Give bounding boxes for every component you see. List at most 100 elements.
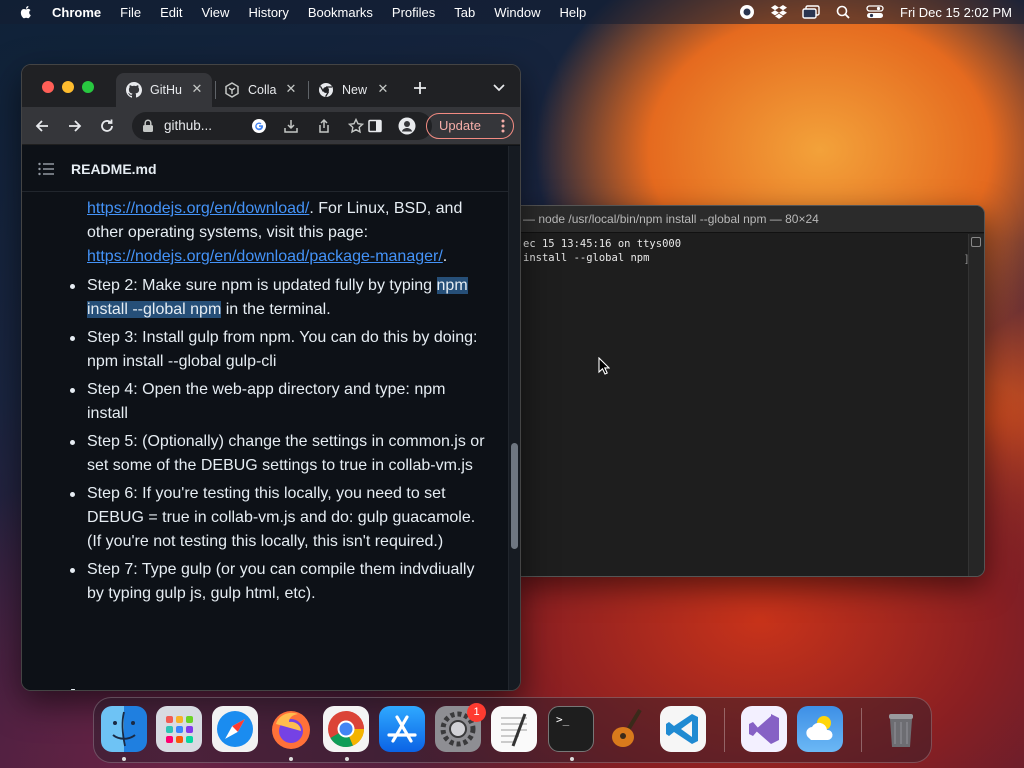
tab-new-title: New [342,83,368,97]
tab-github[interactable]: GitHu ✕ [116,73,212,107]
update-label: Update [439,118,481,133]
list-item-step-7: Step 7: Type gulp (or you can compile th… [70,558,487,606]
menu-window[interactable]: Window [494,5,540,20]
forward-button[interactable] [65,116,85,136]
trash-icon[interactable] [878,706,924,752]
terminal-scrollbar[interactable] [968,234,984,576]
visual-studio-icon[interactable] [741,706,787,752]
terminal-window[interactable]: 4 — node /usr/local/bin/npm install --gl… [512,205,985,577]
launchpad-icon[interactable] [156,706,202,752]
firefox-icon[interactable] [268,706,314,752]
menu-bar: Chrome File Edit View History Bookmarks … [0,0,1024,24]
terminal-running-indicator [570,757,574,761]
menu-profiles[interactable]: Profiles [392,5,435,20]
github-icon [126,82,142,98]
bookmark-star-icon[interactable] [347,117,365,135]
list-item-step-3: Step 3: Install gulp from npm. You can d… [70,326,487,374]
dock-separator [724,708,725,752]
app-store-icon[interactable] [379,706,425,752]
menu-tab[interactable]: Tab [454,5,475,20]
terminal-output[interactable]: ec 15 13:45:16 on ttys000 install --globa… [513,234,968,576]
readme-header: README.md [22,146,510,192]
tab-strip: GitHu ✕ Colla ✕ New ✕ [22,65,520,107]
menu-edit[interactable]: Edit [160,5,182,20]
menu-view[interactable]: View [201,5,229,20]
nodejs-download-link[interactable]: https://nodejs.org/en/download/ [87,200,309,217]
menu-file[interactable]: File [120,5,141,20]
chrome-icon[interactable] [323,706,369,752]
reload-icon [101,119,113,132]
page-scrollbar[interactable] [508,146,520,690]
dock-separator [861,708,862,752]
menu-history[interactable]: History [248,5,288,20]
list-item-step-4: Step 4: Open the web-app directory and t… [70,378,487,426]
finder-running-indicator [122,757,126,761]
license-heading: License [52,680,156,690]
update-chrome-button[interactable]: Update [426,113,514,139]
list-item-step-5: Step 5: (Optionally) change the settings… [70,430,487,478]
chrome-running-indicator [345,757,349,761]
tab-new-close-icon[interactable]: ✕ [376,82,390,96]
url-text[interactable]: github... [164,118,212,133]
weather-icon[interactable] [797,706,843,752]
new-tab-plus-icon[interactable] [412,80,428,96]
menu-bookmarks[interactable]: Bookmarks [308,5,373,20]
textedit-icon[interactable] [491,706,537,752]
tab-new-tab[interactable]: New ✕ [308,73,398,107]
terminal-icon[interactable]: >_ [548,706,594,752]
zoom-window-button[interactable] [82,81,94,93]
readme-filename[interactable]: README.md [71,161,157,177]
tab-collab-title: Colla [248,83,277,97]
page-scrollbar-thumb[interactable] [511,443,518,549]
google-lens-icon[interactable] [250,117,268,135]
share-icon[interactable] [315,117,333,135]
chrome-icon [319,83,333,98]
side-panel-button[interactable] [365,116,385,136]
list-item-step-2: Step 2: Make sure npm is updated fully b… [70,274,487,322]
tab-collab-close-icon[interactable]: ✕ [284,82,298,96]
lock-icon[interactable] [142,119,154,133]
tab-search-chevron-icon[interactable] [492,82,506,94]
spotlight-search-icon[interactable] [834,4,852,20]
menubar-clock[interactable]: Fri Dec 15 2:02 PM [900,5,1012,20]
tab-github-close-icon[interactable]: ✕ [190,82,204,96]
reload-button[interactable] [97,116,117,136]
page-content[interactable]: README.md https://nodejs.org/en/download… [22,146,510,690]
chrome-window[interactable]: GitHu ✕ Colla ✕ New ✕ github... Update R… [21,64,521,691]
close-window-button[interactable] [42,81,54,93]
intro-text-1: . For Linux, BSD, and [309,200,463,217]
minimize-window-button[interactable] [62,81,74,93]
more-menu-icon[interactable] [501,119,505,133]
terminal-line-command: install --global npm [523,252,650,264]
terminal-split-icon[interactable] [971,237,981,247]
garageband-icon[interactable] [604,706,650,752]
address-bar[interactable]: github... [132,112,432,140]
tab-collab[interactable]: Colla ✕ [214,73,306,107]
dock: >_ [93,697,932,763]
install-app-icon[interactable] [282,117,300,135]
terminal-title[interactable]: 4 — node /usr/local/bin/npm install --gl… [513,206,984,233]
window-switcher-icon[interactable] [802,4,820,20]
dropbox-icon[interactable] [770,4,788,20]
menu-app-chrome[interactable]: Chrome [52,5,101,20]
menu-help[interactable]: Help [560,5,587,20]
outline-list-icon[interactable] [38,162,54,176]
finder-icon[interactable] [101,706,147,752]
nodejs-package-manager-link[interactable]: https://nodejs.org/en/download/package-m… [87,248,443,265]
arrow-left-icon [35,120,48,132]
system-settings-badge: 1 [467,703,486,722]
apple-icon[interactable] [18,4,34,20]
screen-record-icon[interactable] [738,4,756,20]
profile-button[interactable] [397,116,417,136]
terminal-prompt-glyph: >_ [556,713,570,726]
firefox-running-indicator [289,757,293,761]
terminal-line-login: ec 15 13:45:16 on ttys000 [523,238,682,250]
back-button[interactable] [32,116,52,136]
vscode-icon[interactable] [660,706,706,752]
control-center-icon[interactable] [866,4,884,20]
browser-toolbar: github... Update [22,107,520,145]
safari-icon[interactable] [212,706,258,752]
step-2-text-end: in the terminal. [221,301,331,318]
intro-paragraph: https://nodejs.org/en/download/. For Lin… [87,197,487,269]
intro-text-2: other operating systems, visit this page… [87,224,369,241]
